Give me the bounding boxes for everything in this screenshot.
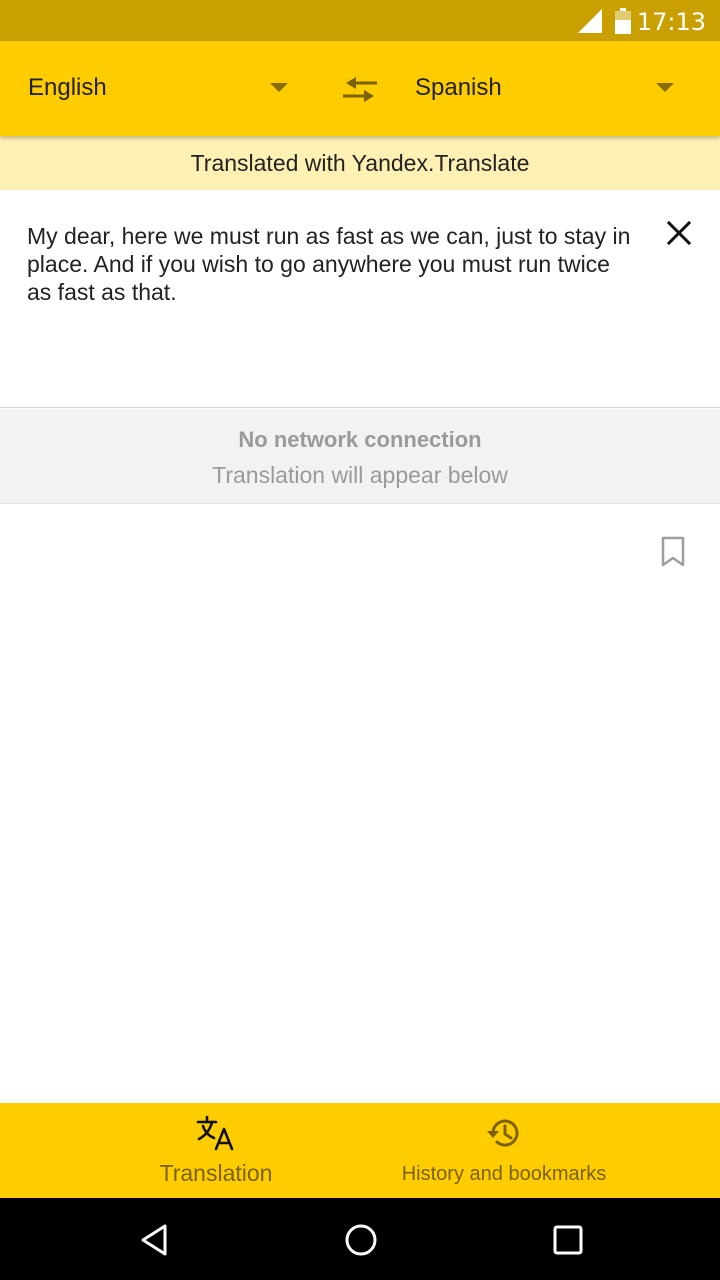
recents-icon[interactable]: [545, 1218, 589, 1262]
network-status-subtitle: Translation will appear below: [212, 462, 508, 488]
dropdown-arrow-icon: [656, 83, 674, 92]
network-status-banner: No network connection Translation will a…: [0, 409, 720, 504]
home-icon[interactable]: [339, 1218, 383, 1262]
swap-languages-icon[interactable]: [340, 76, 380, 104]
tab-history-label: History and bookmarks: [401, 1163, 607, 1185]
attribution-banner[interactable]: Translated with Yandex.Translate: [0, 136, 720, 190]
tab-translation-label: Translation: [159, 1160, 273, 1186]
dropdown-arrow-icon: [270, 83, 288, 92]
bookmark-icon[interactable]: [660, 536, 686, 568]
target-language-selector[interactable]: Spanish: [390, 41, 720, 136]
source-language-selector[interactable]: English: [0, 41, 310, 136]
language-toolbar: English Spanish: [0, 41, 720, 136]
source-language-label: English: [28, 74, 107, 101]
tab-translation[interactable]: Translation: [100, 1103, 332, 1198]
tab-history-bookmarks[interactable]: History and bookmarks: [380, 1103, 628, 1198]
back-icon[interactable]: [132, 1218, 176, 1262]
status-time: 17:13: [636, 8, 706, 36]
history-icon: [487, 1119, 519, 1147]
bottom-navigation: Translation History and bookmarks: [0, 1103, 720, 1198]
close-icon[interactable]: [664, 218, 694, 248]
network-status-title: No network connection: [238, 427, 482, 452]
translation-result-area: [0, 505, 720, 1103]
target-language-label: Spanish: [415, 74, 502, 101]
source-text[interactable]: My dear, here we must run as fast as we …: [27, 222, 637, 306]
system-navigation-bar: [0, 1198, 720, 1280]
battery-icon: [615, 8, 631, 34]
source-text-area[interactable]: My dear, here we must run as fast as we …: [0, 190, 720, 408]
translate-icon: [196, 1115, 234, 1151]
signal-icon: [578, 9, 602, 33]
status-bar: 17:13: [0, 0, 720, 41]
